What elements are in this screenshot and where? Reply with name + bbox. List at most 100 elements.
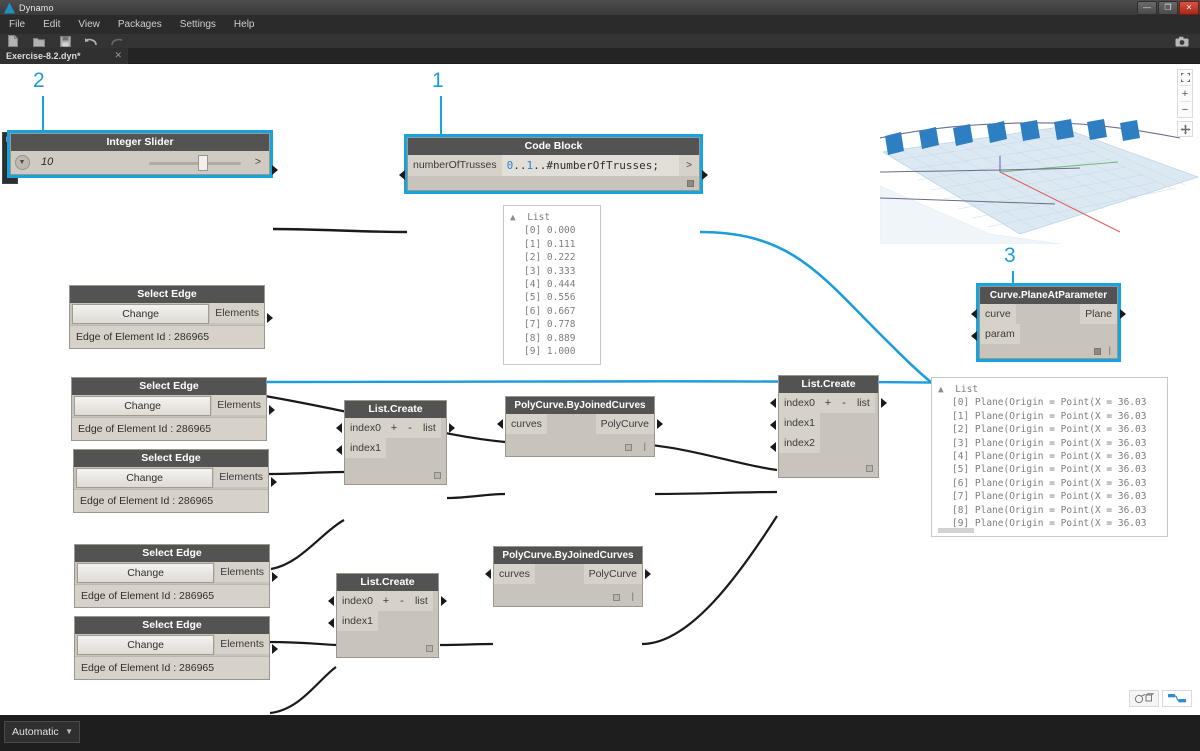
lacing-indicator[interactable]: | — [1109, 345, 1111, 355]
zoom-to-fit-button[interactable] — [1177, 70, 1193, 85]
preview-toggle-icon[interactable] — [866, 465, 873, 472]
add-input-button[interactable]: + — [378, 591, 394, 611]
zoom-in-button[interactable]: + — [1177, 86, 1193, 101]
input-port-index1[interactable]: index1 — [337, 611, 378, 631]
node-curve-plane-at-parameter[interactable]: Curve.PlaneAtParameter curve Plane param… — [979, 286, 1118, 359]
slider-knob[interactable] — [198, 155, 208, 171]
remove-input-button[interactable]: - — [836, 393, 852, 413]
output-port-elements[interactable]: Elements — [215, 562, 269, 582]
preview-toggle-icon[interactable] — [1094, 348, 1101, 355]
output-port-list[interactable]: list — [418, 418, 441, 438]
preview-toggle-icon[interactable] — [434, 472, 441, 479]
polycurve-output-connector[interactable] — [645, 569, 651, 579]
node-polycurve-by-joined-curves-b[interactable]: PolyCurve.ByJoinedCurves curves PolyCurv… — [493, 546, 643, 607]
index1-input-connector[interactable] — [336, 445, 342, 455]
node-select-edge-4[interactable]: Select Edge Change Elements Edge of Elem… — [74, 544, 270, 608]
index0-input-connector[interactable] — [770, 398, 776, 408]
menu-item-help[interactable]: Help — [225, 16, 264, 34]
node-list-create-a[interactable]: List.Create index0 + - list index1 — [344, 400, 447, 485]
code-block-output-connector[interactable] — [702, 170, 708, 180]
node-list-create-c[interactable]: List.Create index0 + - list index1 index… — [778, 375, 879, 478]
input-port-index0[interactable]: index0 — [779, 393, 820, 413]
input-port-index0[interactable]: index0 — [345, 418, 386, 438]
curve-input-connector[interactable] — [971, 309, 977, 319]
elements-output-connector[interactable] — [269, 405, 275, 415]
tab-close-icon[interactable]: ✕ — [114, 50, 122, 61]
elements-output-connector[interactable] — [272, 572, 278, 582]
minimize-button[interactable]: — — [1137, 1, 1157, 15]
preview-toggle-icon[interactable] — [613, 594, 620, 601]
graph-canvas[interactable]: 1 2 3 ▶| Library Integer Slider ▼ 10 > — [0, 64, 1200, 715]
node-select-edge-2[interactable]: Select Edge Change Elements Edge of Elem… — [71, 377, 267, 441]
maximize-button[interactable]: ❐ — [1158, 1, 1178, 15]
graph-view-toggle[interactable] — [1162, 690, 1192, 707]
node-select-edge-1[interactable]: Select Edge Change Elements Edge of Elem… — [69, 285, 265, 349]
output-port-list[interactable]: list — [852, 393, 875, 413]
node-polycurve-by-joined-curves-a[interactable]: PolyCurve.ByJoinedCurves curves PolyCurv… — [505, 396, 655, 457]
undo-button[interactable] — [78, 34, 104, 48]
remove-input-button[interactable]: - — [402, 418, 418, 438]
output-port-plane[interactable]: Plane — [1080, 304, 1117, 324]
zoom-out-button[interactable]: − — [1177, 102, 1193, 117]
output-port-polycurve[interactable]: PolyCurve — [584, 564, 642, 584]
slider-value[interactable]: 10 — [33, 151, 143, 174]
3d-preview-toggle[interactable] — [1129, 690, 1159, 707]
add-input-button[interactable]: + — [386, 418, 402, 438]
code-block-editor[interactable]: 0..1..#numberOfTrusses; — [502, 155, 680, 176]
input-port-param[interactable]: param — [980, 324, 1020, 344]
tab-exercise-file[interactable]: Exercise-8.2.dyn* ✕ — [0, 48, 128, 64]
integer-slider-body[interactable]: ▼ 10 > — [11, 151, 269, 174]
run-mode-dropdown[interactable]: Automatic ▼ — [4, 721, 80, 743]
slider-output-connector[interactable] — [272, 165, 278, 175]
index2-input-connector[interactable] — [770, 442, 776, 452]
node-select-edge-3[interactable]: Select Edge Change Elements Edge of Elem… — [73, 449, 269, 513]
index1-input-connector[interactable] — [328, 618, 334, 628]
output-port-elements[interactable]: Elements — [215, 634, 269, 654]
preview-toggle-icon[interactable] — [687, 180, 694, 187]
menu-item-file[interactable]: File — [0, 16, 34, 34]
menu-item-edit[interactable]: Edit — [34, 16, 69, 34]
slider-track[interactable] — [143, 151, 247, 174]
code-block-output-port[interactable]: > — [679, 155, 699, 176]
output-port-elements[interactable]: Elements — [214, 467, 268, 487]
code-block-input-connector[interactable] — [399, 170, 405, 180]
slider-expand-button[interactable]: ▼ — [11, 151, 33, 174]
new-file-button[interactable] — [0, 34, 26, 48]
menu-item-settings[interactable]: Settings — [171, 16, 225, 34]
input-port-curves[interactable]: curves — [506, 414, 547, 434]
list-output-connector[interactable] — [449, 423, 455, 433]
change-button[interactable]: Change — [77, 635, 214, 655]
input-port-curves[interactable]: curves — [494, 564, 535, 584]
close-button[interactable]: ✕ — [1179, 1, 1199, 15]
preview-toggle-icon[interactable] — [426, 645, 433, 652]
lacing-indicator[interactable]: | — [644, 441, 646, 451]
node-list-create-b[interactable]: List.Create index0 + - list index1 — [336, 573, 439, 658]
code-block-input-port[interactable]: numberOfTrusses — [408, 155, 502, 176]
list-output-connector[interactable] — [441, 596, 447, 606]
elements-output-connector[interactable] — [272, 644, 278, 654]
list-output-connector[interactable] — [881, 398, 887, 408]
index0-input-connector[interactable] — [336, 423, 342, 433]
change-button[interactable]: Change — [76, 468, 213, 488]
curves-input-connector[interactable] — [497, 419, 503, 429]
save-file-button[interactable] — [52, 34, 78, 48]
output-port-polycurve[interactable]: PolyCurve — [596, 414, 654, 434]
redo-button[interactable] — [104, 34, 130, 48]
output-port-elements[interactable]: Elements — [212, 395, 266, 415]
node-code-block[interactable]: Code Block numberOfTrusses 0..1..#number… — [407, 137, 700, 191]
output-port-elements[interactable]: Elements — [210, 303, 264, 323]
node-integer-slider[interactable]: Integer Slider ▼ 10 > — [10, 133, 270, 175]
index1-input-connector[interactable] — [770, 420, 776, 430]
menu-item-packages[interactable]: Packages — [109, 16, 171, 34]
input-port-index0[interactable]: index0 — [337, 591, 378, 611]
input-port-index1[interactable]: index1 — [779, 413, 820, 433]
output-port-list[interactable]: list — [410, 591, 433, 611]
watch-horizontal-scrollbar[interactable] — [938, 528, 974, 533]
index0-input-connector[interactable] — [328, 596, 334, 606]
slider-output-port[interactable]: > — [247, 151, 269, 174]
collapse-caret-icon[interactable]: ▲ — [510, 212, 516, 223]
plane-output-connector[interactable] — [1120, 309, 1126, 319]
screenshot-button[interactable] — [1174, 34, 1190, 48]
elements-output-connector[interactable] — [267, 313, 273, 323]
preview-toggle-icon[interactable] — [625, 444, 632, 451]
